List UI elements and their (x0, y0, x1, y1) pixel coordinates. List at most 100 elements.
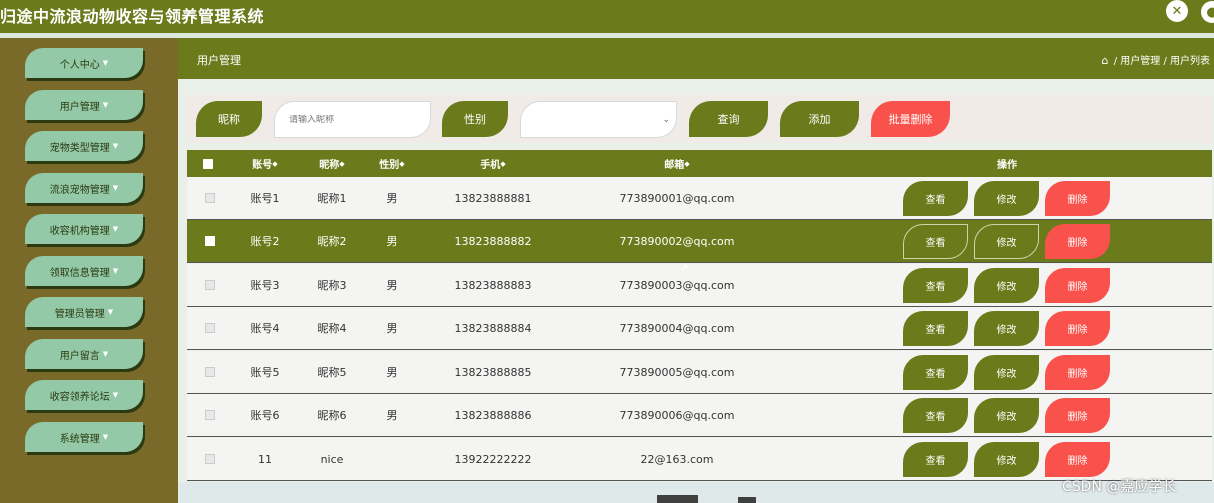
view-button[interactable]: 查看 (903, 268, 968, 303)
sidebar-item-shelters[interactable]: 收容机构管理 ▼ (25, 214, 143, 244)
sidebar-item-label: 用户留言 (59, 350, 100, 362)
sidebar-item-label: 管理员管理 (54, 308, 105, 320)
view-button[interactable]: 查看 (903, 398, 968, 433)
delete-button[interactable]: 删除 (1045, 442, 1110, 477)
view-button[interactable]: 查看 (903, 355, 968, 390)
expand-icon[interactable]: ✕ (1166, 0, 1188, 22)
column-header-email[interactable]: 邮箱 ◆ (607, 150, 747, 177)
pagination-control[interactable] (657, 495, 698, 503)
home-icon[interactable]: ⌂ (1102, 54, 1109, 67)
pagination-control[interactable] (738, 497, 756, 503)
cell-account: 11 (258, 452, 272, 466)
column-header-phone[interactable]: 手机 ◆ (443, 150, 543, 177)
top-bar: 归途中流浪动物收容与领养管理系统 (0, 0, 1214, 33)
cell-email: 773890004@qq.com (619, 321, 735, 335)
sidebar-item-label: 流浪宠物管理 (49, 184, 110, 196)
table-row: 账号3 昵称3 男 13823888883 773890003@qq.com 查… (187, 264, 1212, 307)
delete-button[interactable]: 删除 (1045, 224, 1110, 259)
edit-button[interactable]: 修改 (974, 181, 1039, 216)
cell-gender (367, 438, 417, 480)
row-checkbox[interactable] (203, 394, 217, 436)
delete-button[interactable]: 删除 (1045, 398, 1110, 433)
view-button[interactable]: 查看 (903, 311, 968, 346)
table-row: 账号4 昵称4 男 13823888884 773890004@qq.com 查… (187, 307, 1212, 350)
cell-email: 773890006@qq.com (619, 408, 735, 422)
edit-button[interactable]: 修改 (974, 311, 1039, 346)
cell-phone: 13823888886 (454, 408, 532, 422)
gender-label: 性别 (442, 101, 508, 137)
chevron-down-icon: ▼ (107, 308, 114, 316)
table-header: 账号 ◆ 昵称 ◆ 性别 ◆ 手机 ◆ 邮箱 ◆ 操作 (187, 150, 1212, 177)
nickname-field[interactable] (274, 101, 431, 138)
sidebar-item-personal-center[interactable]: 个人中心 ▼ (25, 48, 143, 78)
nickname-input[interactable] (289, 114, 430, 125)
breadcrumb-item: 用户列表 (1170, 56, 1210, 67)
table-row: 账号5 昵称5 男 13823888885 773890005@qq.com 查… (187, 351, 1212, 394)
row-checkbox[interactable] (203, 438, 217, 480)
cell-gender: 男 (386, 192, 398, 205)
chevron-down-icon: ▼ (102, 350, 109, 358)
sidebar-item-adoption-info[interactable]: 领取信息管理 ▼ (25, 256, 143, 286)
sidebar-item-messages[interactable]: 用户留言 ▼ (25, 339, 143, 369)
cell-gender: 男 (386, 322, 398, 335)
sidebar-item-label: 宠物类型管理 (49, 142, 110, 154)
sidebar-item-label: 领取信息管理 (49, 267, 110, 279)
sidebar-item-admins[interactable]: 管理员管理 ▼ (25, 297, 143, 327)
sidebar: 个人中心 ▼ 用户管理 ▼ 宠物类型管理 ▼ 流浪宠物管理 ▼ 收容机构管理 ▼ 领取信息… (0, 38, 178, 503)
edit-button[interactable]: 修改 (974, 398, 1039, 433)
cell-phone: 13823888882 (454, 234, 532, 248)
column-header-nickname[interactable]: 昵称 ◆ (305, 150, 359, 177)
cell-nickname: 昵称4 (317, 322, 347, 335)
row-checkbox[interactable] (203, 264, 217, 306)
row-checkbox[interactable] (203, 220, 217, 262)
breadcrumb-item[interactable]: 用户管理 (1120, 56, 1160, 67)
cell-phone: 13823888883 (454, 278, 532, 292)
delete-button[interactable]: 删除 (1045, 355, 1110, 390)
column-header-account[interactable]: 账号 ◆ (235, 150, 295, 177)
cell-account: 账号5 (250, 366, 280, 379)
row-checkbox[interactable] (203, 177, 217, 219)
edit-button[interactable]: 修改 (974, 442, 1039, 477)
sidebar-item-users[interactable]: 用户管理 ▼ (25, 90, 143, 120)
table-row: 账号6 昵称6 男 13823888886 773890006@qq.com 查… (187, 394, 1212, 437)
breadcrumb: ⌂ / 用户管理 / 用户列表 (1101, 54, 1210, 67)
cell-email: 22@163.com (640, 452, 714, 466)
column-header-actions: 操作 (997, 160, 1017, 171)
delete-button[interactable]: 删除 (1045, 181, 1110, 216)
page-header: 用户管理 ⌂ / 用户管理 / 用户列表 (178, 38, 1214, 79)
row-checkbox[interactable] (203, 307, 217, 349)
batch-delete-button[interactable]: 批量删除 (871, 101, 950, 137)
nickname-label: 昵称 (196, 101, 262, 137)
app-title: 归途中流浪动物收容与领养管理系统 (0, 7, 265, 26)
select-all-checkbox[interactable] (203, 150, 213, 177)
edit-button[interactable]: 修改 (974, 355, 1039, 390)
sidebar-item-system[interactable]: 系统管理 ▼ (25, 422, 143, 452)
cell-email: 773890005@qq.com (619, 365, 735, 379)
sidebar-item-label: 收容机构管理 (49, 225, 110, 237)
cell-nickname: 昵称1 (317, 192, 347, 205)
chevron-down-icon: ▼ (112, 391, 119, 399)
cell-nickname: 昵称3 (317, 279, 347, 292)
gender-select[interactable]: ⌄ (520, 101, 677, 138)
query-button[interactable]: 查询 (689, 101, 768, 137)
cell-account: 账号2 (250, 235, 280, 248)
row-checkbox[interactable] (203, 351, 217, 393)
sidebar-item-pet-types[interactable]: 宠物类型管理 ▼ (25, 131, 143, 161)
column-header-gender[interactable]: 性别 ◆ (367, 150, 417, 177)
view-button[interactable]: 查看 (903, 181, 968, 216)
delete-button[interactable]: 删除 (1045, 268, 1110, 303)
page-title: 用户管理 (197, 54, 241, 67)
sidebar-item-forum[interactable]: 收容领养论坛 ▼ (25, 380, 143, 410)
chevron-down-icon: ▼ (112, 267, 119, 275)
edit-button[interactable]: 修改 (974, 268, 1039, 303)
delete-button[interactable]: 删除 (1045, 311, 1110, 346)
chevron-down-icon: ▼ (112, 225, 119, 233)
sidebar-item-stray-pets[interactable]: 流浪宠物管理 ▼ (25, 173, 143, 203)
add-button[interactable]: 添加 (780, 101, 859, 137)
edit-button[interactable]: 修改 (974, 224, 1039, 259)
cell-gender: 男 (386, 235, 398, 248)
view-button[interactable]: 查看 (903, 224, 968, 259)
table-row: 账号2 昵称2 男 13823888882 773890002@qq.com 查… (187, 220, 1212, 263)
sidebar-item-label: 收容领养论坛 (49, 391, 110, 403)
view-button[interactable]: 查看 (903, 442, 968, 477)
